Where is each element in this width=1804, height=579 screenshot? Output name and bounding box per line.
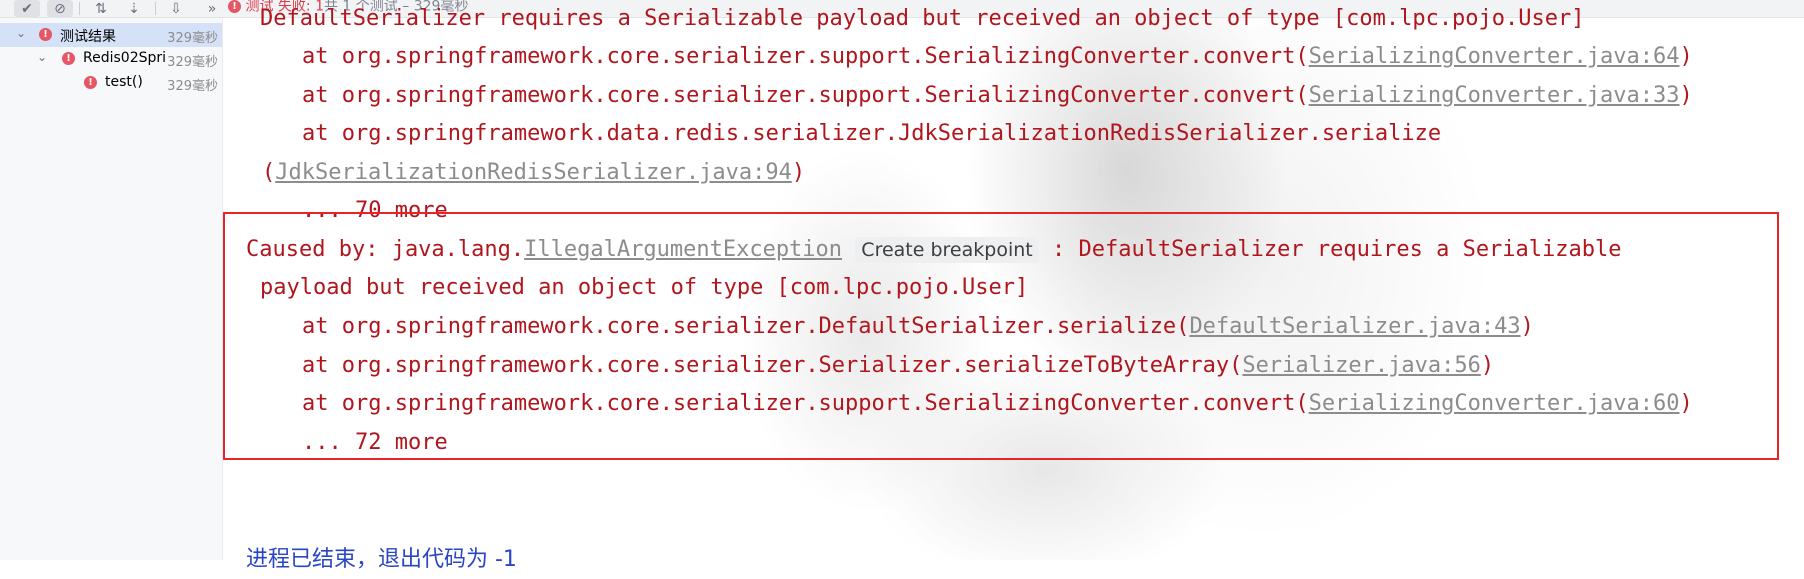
stack-trace-line: at org.springframework.core.serializer.s… <box>302 83 1693 108</box>
tree-item-time: 329毫秒 <box>167 79 218 94</box>
test-results-tree: ⌄ ! 测试结果 329毫秒 ⌄ ! Redis02SpringbootAppl… <box>0 18 223 560</box>
tree-item-label: 测试结果 <box>60 29 116 45</box>
stack-trace-line: at org.springframework.core.serializer.D… <box>302 314 1534 339</box>
show-ignored-icon[interactable]: ⊘ <box>47 0 73 17</box>
tree-item-test-method[interactable]: ! test() 329毫秒 <box>0 71 222 95</box>
show-passed-icon[interactable]: ✔ <box>14 0 40 17</box>
source-link[interactable]: JdkSerializationRedisSerializer.java:94 <box>275 160 792 185</box>
tree-item-time: 329毫秒 <box>167 31 218 46</box>
tree-item-label: test() <box>105 74 143 90</box>
source-link[interactable]: SerializingConverter.java:64 <box>1309 44 1680 69</box>
create-breakpoint-button[interactable]: Create breakpoint <box>855 237 1039 263</box>
error-icon: ! <box>62 52 75 65</box>
stack-trace-line: at org.springframework.data.redis.serial… <box>302 121 1442 146</box>
tree-item-root[interactable]: ⌄ ! 测试结果 329毫秒 <box>0 23 222 47</box>
error-icon: ! <box>84 76 97 89</box>
toolbar-separator <box>79 2 80 15</box>
exception-link[interactable]: IllegalArgumentException <box>524 237 842 262</box>
stack-trace-wrap-line: (JdkSerializationRedisSerializer.java:94… <box>262 160 806 185</box>
more-frames-line: ... 70 more <box>302 198 448 223</box>
error-icon: ! <box>39 28 52 41</box>
stack-trace-line: at org.springframework.core.serializer.s… <box>302 391 1693 416</box>
stack-trace-line: at org.springframework.core.serializer.s… <box>302 44 1693 69</box>
console-output: DefaultSerializer requires a Serializabl… <box>226 0 1804 572</box>
tree-item-test-class[interactable]: ⌄ ! Redis02SpringbootApplicationTests 32… <box>0 47 222 71</box>
tree-item-time: 329毫秒 <box>167 55 218 70</box>
chevron-down-icon[interactable]: ⌄ <box>37 50 47 64</box>
tree-item-label: Redis02SpringbootApplicationTests <box>83 50 165 66</box>
more-frames-line: ... 72 more <box>302 430 448 455</box>
source-link[interactable]: SerializingConverter.java:60 <box>1309 391 1680 416</box>
stack-trace-line: at org.springframework.core.serializer.S… <box>302 353 1495 378</box>
source-link[interactable]: DefaultSerializer.java:43 <box>1189 314 1520 339</box>
sort-alphabetically-icon[interactable]: ⇅ <box>88 0 114 17</box>
toolbar-separator <box>155 2 156 15</box>
source-link[interactable]: SerializingConverter.java:33 <box>1309 83 1680 108</box>
chevron-down-icon[interactable]: ⌄ <box>16 26 26 40</box>
caused-by-line: Caused by: java.lang.IllegalArgumentExce… <box>246 237 1622 263</box>
more-actions-icon[interactable]: » <box>199 0 225 17</box>
import-tests-icon[interactable]: ⇩ <box>163 0 189 17</box>
caused-by-line-continued: payload but received an object of type [… <box>260 275 1029 300</box>
source-link[interactable]: Serializer.java:56 <box>1242 353 1480 378</box>
sort-by-duration-icon[interactable]: ⇣ <box>121 0 147 17</box>
console-line: DefaultSerializer requires a Serializabl… <box>260 6 1585 31</box>
